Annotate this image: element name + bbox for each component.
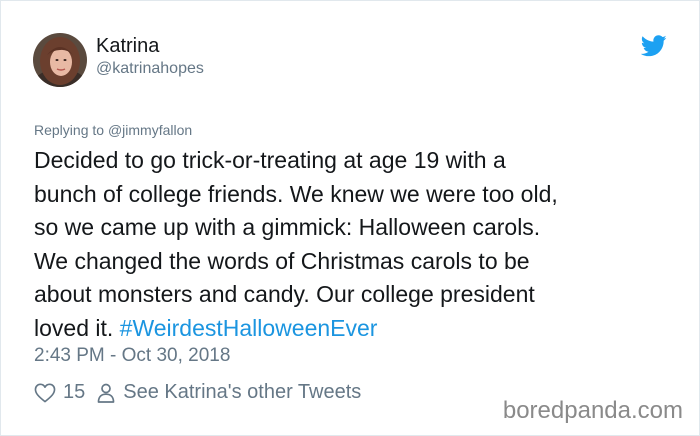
avatar[interactable] [33,33,87,87]
display-name[interactable]: Katrina [96,34,159,58]
reply-prefix: Replying to [34,122,105,138]
tweet-card: Katrina @katrinahopes Replying to @jimmy… [0,0,700,436]
reply-context: Replying to @jimmyfallon [34,121,192,139]
user-handle[interactable]: @katrinahopes [96,59,204,79]
like-count[interactable]: 15 [63,381,85,404]
watermark: boredpanda.com [502,397,683,424]
hashtag-link[interactable]: #WeirdestHalloweenEver [120,315,378,341]
tweet-body: Decided to go trick-or-treating at age 1… [34,147,558,341]
tweet-actions: 15 See Katrina's other Tweets [34,381,361,404]
heart-icon[interactable] [34,383,56,403]
reply-mention-link[interactable]: @jimmyfallon [108,122,192,138]
tweet-text: Decided to go trick-or-treating at age 1… [34,144,674,346]
twitter-bird-icon[interactable] [640,35,667,57]
other-tweets-link[interactable]: See Katrina's other Tweets [123,381,361,404]
person-icon[interactable] [97,383,115,403]
tweet-timestamp[interactable]: 2:43 PM - Oct 30, 2018 [34,345,230,367]
